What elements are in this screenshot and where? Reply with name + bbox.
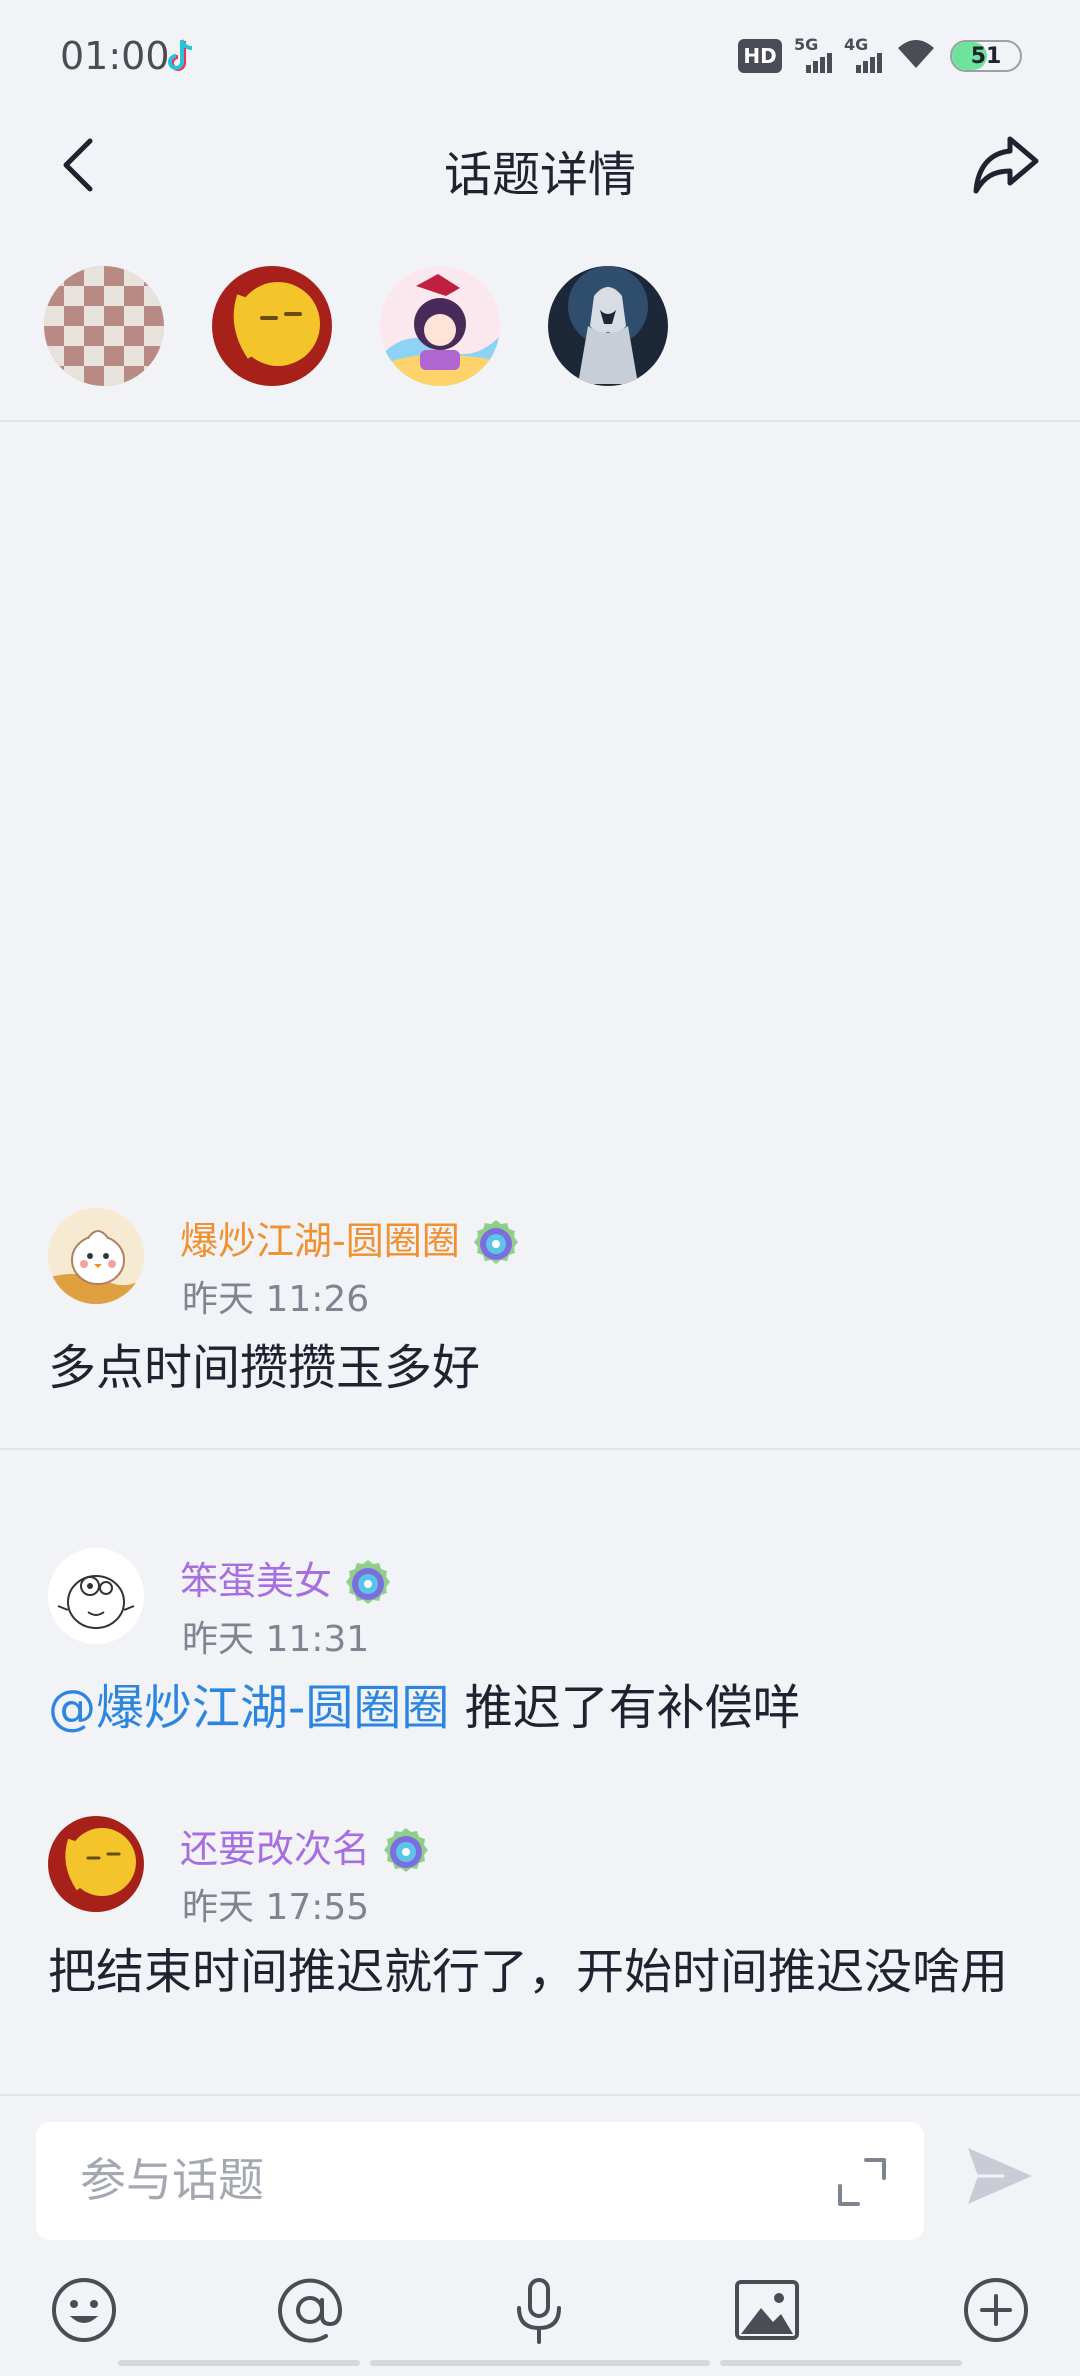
comment-time: 昨天 17:55 [182,1887,370,1928]
share-icon [973,136,1039,194]
avatar[interactable] [48,1548,144,1644]
avatar[interactable] [48,1208,144,1304]
expand-icon[interactable] [836,2156,888,2208]
send-icon [968,2148,1032,2204]
author-name: 还要改次名 [180,1827,371,1871]
comment-body: 推迟了有补偿咩 [449,1680,801,1736]
participant-avatar-3[interactable] [380,266,500,386]
tiktok-icon [168,38,196,76]
red-smiley-avatar [48,1816,144,1912]
anime-girl-avatar [380,266,500,386]
chick-chef-avatar [48,1208,144,1304]
participant-list [44,266,668,386]
wifi-icon [896,38,936,74]
sketch-rabbit-avatar [48,1548,144,1644]
page-title: 话题详情 [443,147,636,203]
signal-4g-label: 4G [844,35,869,54]
comment-author[interactable]: 笨蛋美女 [180,1550,394,1610]
home-indicator [118,2360,962,2366]
emoji-icon[interactable] [48,2274,120,2346]
participant-avatar-4[interactable] [548,266,668,386]
composer [0,2094,1080,2376]
comment-time: 昨天 11:31 [182,1619,370,1660]
participant-avatar-2[interactable] [212,266,332,386]
assassin-avatar [548,266,668,386]
comment-text: @爆炒江湖-圆圈圈 推迟了有补偿咩 [48,1676,1008,1740]
mention-link[interactable]: @爆炒江湖-圆圈圈 [48,1680,449,1736]
comment-author[interactable]: 爆炒江湖-圆圈圈 [180,1210,522,1270]
image-icon[interactable] [731,2274,803,2346]
comment-text: 把结束时间推迟就行了，开始时间推迟没啥用 [48,1940,1008,2004]
send-button[interactable] [964,2144,1036,2208]
topic-input[interactable] [80,2148,800,2212]
microphone-icon[interactable] [503,2274,575,2346]
hd-icon: HD [738,39,782,73]
header-divider [0,420,1080,422]
red-smiley-avatar [212,266,332,386]
author-name: 爆炒江湖-圆圈圈 [180,1219,460,1263]
comment-time: 昨天 11:26 [182,1279,370,1320]
comment-body: 把结束时间推迟就行了，开始时间推迟没啥用 [48,1944,1009,2000]
composer-toolbar [0,2264,1080,2354]
author-name: 笨蛋美女 [180,1559,333,1603]
disc-badge-icon [342,1558,394,1610]
checkered-avatar [44,266,164,386]
comment-body: 多点时间攒攒玉多好 [48,1340,481,1396]
topic-input-box[interactable] [36,2122,924,2240]
signal-4g-icon: 4G [844,35,882,73]
avatar[interactable] [48,1816,144,1912]
top-nav: 话题详情 [0,115,1080,215]
comment-text: 多点时间攒攒玉多好 [48,1336,1008,1400]
share-button[interactable] [970,129,1042,199]
status-bar: 01:00 HD 5G 4G 51 [0,0,1080,115]
signal-5g-label: 5G [794,35,819,54]
comment-divider [0,1448,1080,1450]
battery-icon: 51 [950,40,1022,72]
at-icon[interactable] [274,2274,346,2346]
status-time: 01:00 [60,34,170,78]
plus-circle-icon[interactable] [960,2274,1032,2346]
disc-badge-icon [380,1826,432,1878]
comment-author[interactable]: 还要改次名 [180,1818,432,1878]
participant-avatar-1[interactable] [44,266,164,386]
disc-badge-icon [470,1218,522,1270]
signal-5g-icon: 5G [794,35,832,73]
battery-level: 51 [970,43,1002,69]
